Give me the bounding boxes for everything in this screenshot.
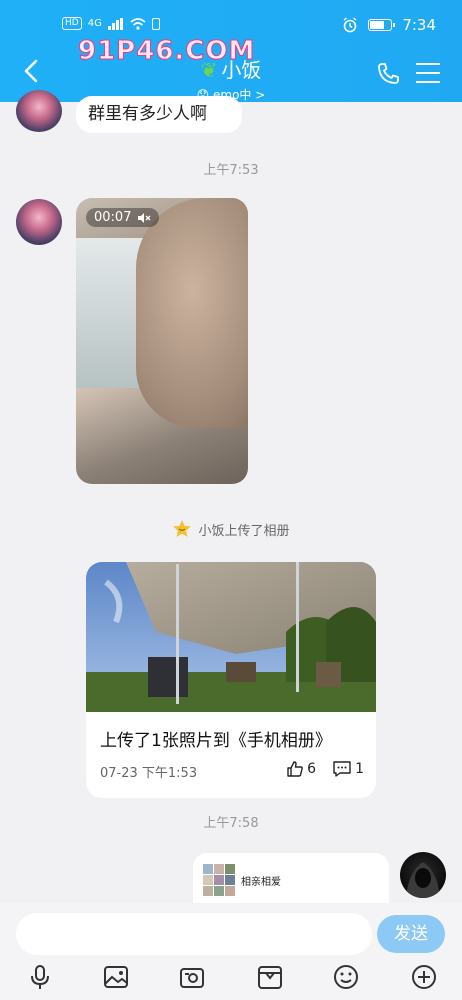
wifi-icon: [130, 17, 146, 30]
status-left: HD 4G: [62, 17, 160, 30]
my-avatar[interactable]: [400, 852, 446, 898]
send-button[interactable]: 发送: [377, 915, 445, 953]
mute-icon: [138, 212, 151, 223]
share-thumbnail: [203, 864, 235, 896]
status-right: 7:34: [342, 16, 436, 34]
comment-count: 1: [355, 761, 364, 777]
system-notice-text: 小饭上传了相册: [198, 523, 290, 539]
emoji-icon[interactable]: [332, 963, 360, 991]
chat-header: HD 4G 7:34 91P46.COM ❦ 小饭 😞 emo中 >: [0, 0, 462, 102]
album-title: 上传了1张照片到《手机相册》: [100, 731, 332, 751]
alarm-icon: [343, 17, 357, 33]
album-date: 07-23 下午1:53: [100, 766, 198, 781]
album-card[interactable]: 上传了1张照片到《手机相册》 07-23 下午1:53 6 1: [86, 562, 376, 798]
avatar[interactable]: [16, 199, 62, 245]
input-bar: 发送: [0, 903, 462, 1000]
text-message[interactable]: 群里有多少人啊: [76, 96, 242, 133]
phone-status-icon: [151, 17, 160, 30]
clock: 7:34: [402, 16, 436, 34]
comment-icon: [333, 761, 351, 777]
sprout-icon: ❦: [200, 58, 218, 82]
comment-button[interactable]: 1: [332, 760, 364, 778]
phone-call-icon[interactable]: [376, 62, 400, 86]
video-duration: 00:07: [94, 210, 132, 225]
timestamp: 上午7:53: [203, 163, 259, 178]
thumbs-up-icon: [287, 761, 303, 777]
album-photo-image: [86, 562, 376, 712]
hooded-figure-icon: [406, 862, 440, 898]
message-input[interactable]: [16, 913, 372, 955]
video-content: [136, 198, 248, 428]
battery-icon: [368, 19, 396, 31]
like-button[interactable]: 6: [286, 760, 316, 778]
plus-icon[interactable]: [410, 963, 438, 991]
video-message[interactable]: 00:07: [76, 198, 248, 484]
shared-album-card[interactable]: 相亲相爱: [193, 853, 389, 905]
video-duration-badge: 00:07: [86, 208, 160, 227]
microphone-icon[interactable]: [26, 963, 54, 991]
share-label: 相亲相爱: [241, 877, 281, 888]
star-badge-icon: [173, 520, 192, 537]
album-photo[interactable]: [86, 562, 376, 712]
folder-icon[interactable]: [256, 963, 284, 991]
timestamp: 上午7:58: [203, 816, 259, 831]
camera-icon[interactable]: [178, 963, 206, 991]
menu-icon[interactable]: [416, 63, 440, 85]
contact-name: 小饭: [221, 58, 262, 82]
like-count: 6: [307, 761, 316, 777]
hd-tag: HD: [62, 17, 82, 30]
signal-icon: [107, 17, 123, 30]
system-notice: 小饭上传了相册: [0, 519, 462, 539]
network-tag: 4G: [87, 18, 102, 29]
image-icon[interactable]: [102, 963, 130, 991]
avatar[interactable]: [16, 90, 62, 132]
